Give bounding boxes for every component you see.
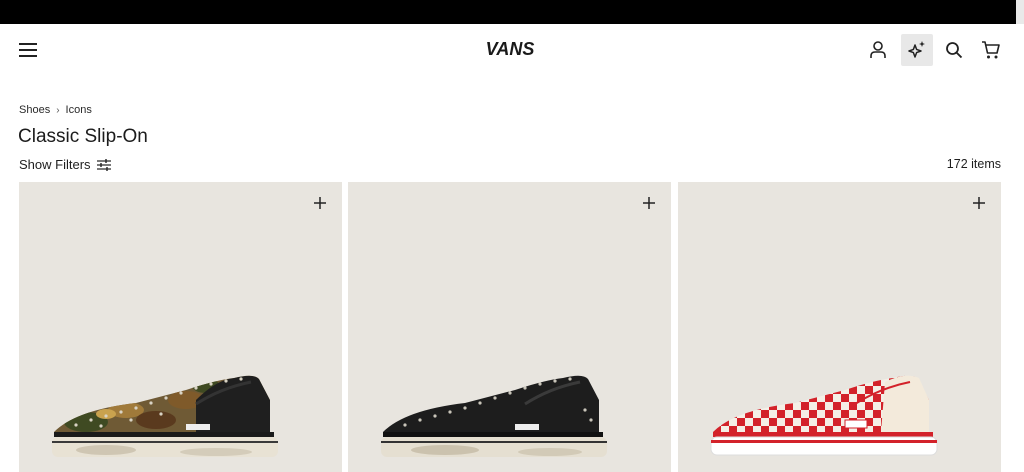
breadcrumb-separator: › bbox=[56, 104, 60, 116]
product-image-camo-shoe bbox=[52, 375, 278, 457]
plus-icon[interactable] bbox=[641, 195, 657, 211]
breadcrumb-link-icons[interactable]: Icons bbox=[66, 104, 92, 116]
product-image-black-shoe bbox=[381, 375, 607, 457]
ai-assistant-button[interactable] bbox=[901, 34, 933, 66]
site-header: VANS bbox=[0, 24, 1024, 78]
brand-logo[interactable]: VANS bbox=[483, 36, 537, 62]
page-title: Classic Slip-On bbox=[18, 126, 148, 147]
menu-icon bbox=[19, 43, 37, 57]
vans-logo: VANS bbox=[486, 39, 535, 59]
cart-button[interactable] bbox=[979, 38, 1003, 62]
breadcrumb-link-shoes[interactable]: Shoes bbox=[19, 104, 50, 116]
plus-icon[interactable] bbox=[971, 195, 987, 211]
show-filters-button[interactable]: Show Filters bbox=[19, 157, 111, 172]
item-count: 172 items bbox=[946, 157, 1001, 171]
show-filters-label: Show Filters bbox=[19, 157, 91, 172]
sparkle-icon bbox=[908, 41, 925, 58]
product-card[interactable] bbox=[19, 182, 342, 472]
cart-icon bbox=[982, 41, 1000, 59]
search-button[interactable] bbox=[942, 38, 966, 62]
product-card[interactable] bbox=[348, 182, 671, 472]
product-image-checkerboard-shoe bbox=[710, 375, 938, 456]
breadcrumb: Shoes › Icons bbox=[19, 104, 92, 116]
account-button[interactable] bbox=[866, 38, 890, 62]
product-card[interactable] bbox=[678, 182, 1001, 472]
menu-button[interactable] bbox=[16, 38, 40, 62]
plus-icon[interactable] bbox=[312, 195, 328, 211]
account-icon bbox=[870, 41, 886, 58]
filter-sliders-icon bbox=[96, 158, 111, 171]
search-icon bbox=[946, 42, 963, 59]
svg-text:VANS: VANS bbox=[486, 39, 535, 59]
top-black-bar bbox=[0, 0, 1024, 24]
